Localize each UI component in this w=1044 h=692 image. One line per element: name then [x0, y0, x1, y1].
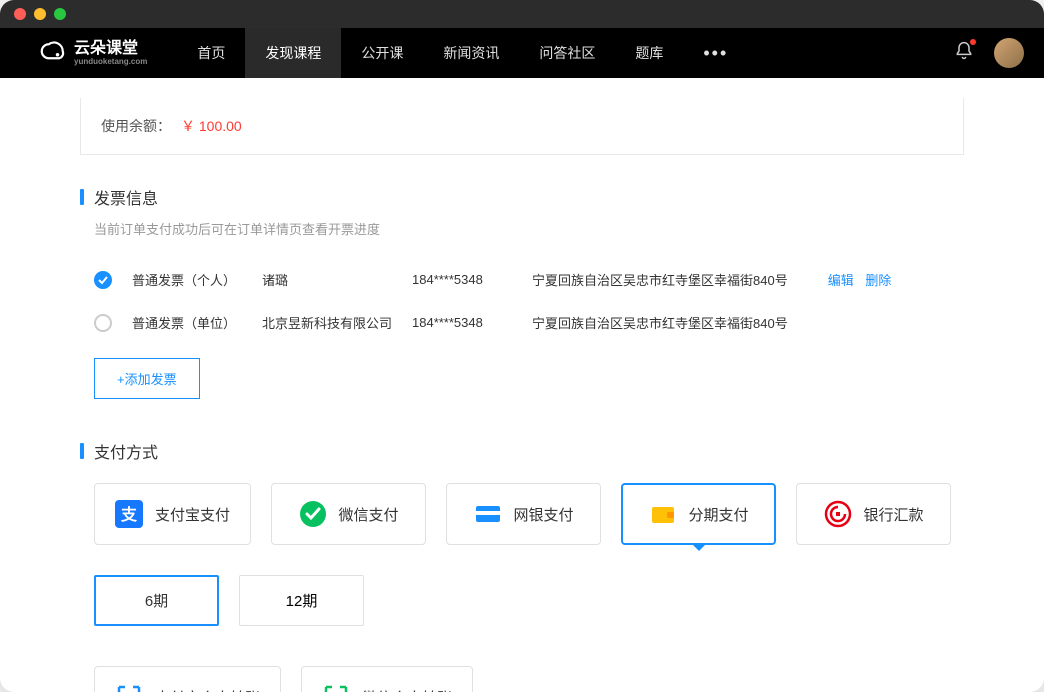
nav-news[interactable]: 新闻资讯	[423, 28, 519, 78]
invoice-name: 北京昱新科技有限公司	[262, 313, 392, 332]
period-6[interactable]: 6期	[94, 575, 219, 626]
scan-wechat-icon	[322, 683, 350, 692]
invoice-section: 发票信息 当前订单支付成功后可在订单详情页查看开票进度 普通发票（个人） 诸璐 …	[80, 185, 964, 399]
payment-methods: 支 支付宝支付 微信支付 网银支付	[80, 483, 964, 545]
close-window-button[interactable]	[14, 8, 26, 20]
nav-question-bank[interactable]: 题库	[615, 28, 683, 78]
invoice-row-company[interactable]: 普通发票（单位） 北京昱新科技有限公司 184****5348 宁夏回族自治区吴…	[80, 301, 964, 344]
invoice-phone: 184****5348	[412, 315, 512, 330]
add-invoice-button[interactable]: +添加发票	[94, 358, 200, 399]
bank-icon	[824, 500, 852, 528]
nav-discover-courses[interactable]: 发现课程	[245, 28, 341, 78]
wallet-icon	[649, 500, 677, 528]
notifications-button[interactable]	[954, 41, 974, 66]
alipay-icon: 支	[115, 500, 143, 528]
balance-box: 使用余额： ￥ 100.00	[80, 98, 964, 155]
minimize-window-button[interactable]	[34, 8, 46, 20]
svg-text:支: 支	[120, 505, 138, 524]
logo[interactable]: 云朵课堂 yunduoketang.com	[40, 39, 147, 67]
invoice-phone: 184****5348	[412, 272, 512, 287]
logo-subtitle: yunduoketang.com	[74, 57, 147, 66]
pay-method-installment[interactable]: 分期支付	[621, 483, 776, 545]
payment-section-title: 支付方式	[80, 439, 964, 463]
invoice-address: 宁夏回族自治区吴忠市红寺堡区幸福街840号	[532, 270, 788, 289]
transfer-methods: 支付宝个人转账 微信个人转账	[80, 666, 964, 692]
user-avatar[interactable]	[994, 38, 1024, 68]
pay-method-bank-transfer[interactable]: 银行汇款	[796, 483, 951, 545]
section-bar-icon	[80, 189, 84, 205]
unionpay-icon	[474, 500, 502, 528]
delete-invoice-link[interactable]: 删除	[865, 273, 891, 288]
logo-text: 云朵课堂	[74, 41, 147, 57]
invoice-address: 宁夏回族自治区吴忠市红寺堡区幸福街840号	[532, 313, 788, 332]
main-navbar: 云朵课堂 yunduoketang.com 首页 发现课程 公开课 新闻资讯 问…	[0, 28, 1044, 78]
nav-home[interactable]: 首页	[177, 28, 245, 78]
wechat-icon	[299, 500, 327, 528]
invoice-type: 普通发票（个人）	[132, 270, 242, 289]
invoice-actions: 编辑 删除	[828, 270, 900, 289]
invoice-section-desc: 当前订单支付成功后可在订单详情页查看开票进度	[80, 219, 964, 238]
balance-label: 使用余额：	[101, 116, 171, 136]
maximize-window-button[interactable]	[54, 8, 66, 20]
window-titlebar	[0, 0, 1044, 28]
period-12[interactable]: 12期	[239, 575, 364, 626]
invoice-type: 普通发票（单位）	[132, 313, 242, 332]
app-window: 云朵课堂 yunduoketang.com 首页 发现课程 公开课 新闻资讯 问…	[0, 0, 1044, 692]
invoice-section-title: 发票信息	[80, 185, 964, 209]
section-bar-icon	[80, 443, 84, 459]
edit-invoice-link[interactable]: 编辑	[828, 273, 854, 288]
nav-qa-community[interactable]: 问答社区	[519, 28, 615, 78]
balance-value: ￥ 100.00	[181, 116, 242, 136]
main-content: 使用余额： ￥ 100.00 发票信息 当前订单支付成功后可在订单详情页查看开票…	[0, 78, 1044, 692]
notification-badge	[970, 39, 976, 45]
radio-selected-icon[interactable]	[94, 271, 112, 289]
transfer-alipay-personal[interactable]: 支付宝个人转账	[94, 666, 281, 692]
pay-method-alipay[interactable]: 支 支付宝支付	[94, 483, 251, 545]
installment-periods: 6期 12期	[80, 575, 964, 626]
pay-method-wechat[interactable]: 微信支付	[271, 483, 426, 545]
cloud-logo-icon	[40, 39, 68, 67]
nav-items: 首页 发现课程 公开课 新闻资讯 问答社区 题库 •••	[177, 28, 748, 78]
payment-section: 支付方式 支 支付宝支付 微信支付	[80, 439, 964, 692]
scan-alipay-icon	[115, 683, 143, 692]
invoice-row-personal[interactable]: 普通发票（个人） 诸璐 184****5348 宁夏回族自治区吴忠市红寺堡区幸福…	[80, 258, 964, 301]
nav-more-icon[interactable]: •••	[683, 28, 748, 78]
nav-open-courses[interactable]: 公开课	[341, 28, 423, 78]
invoice-name: 诸璐	[262, 270, 392, 289]
radio-unselected-icon[interactable]	[94, 314, 112, 332]
pay-method-unionpay[interactable]: 网银支付	[446, 483, 601, 545]
transfer-wechat-personal[interactable]: 微信个人转账	[301, 666, 473, 692]
nav-right	[954, 38, 1024, 68]
